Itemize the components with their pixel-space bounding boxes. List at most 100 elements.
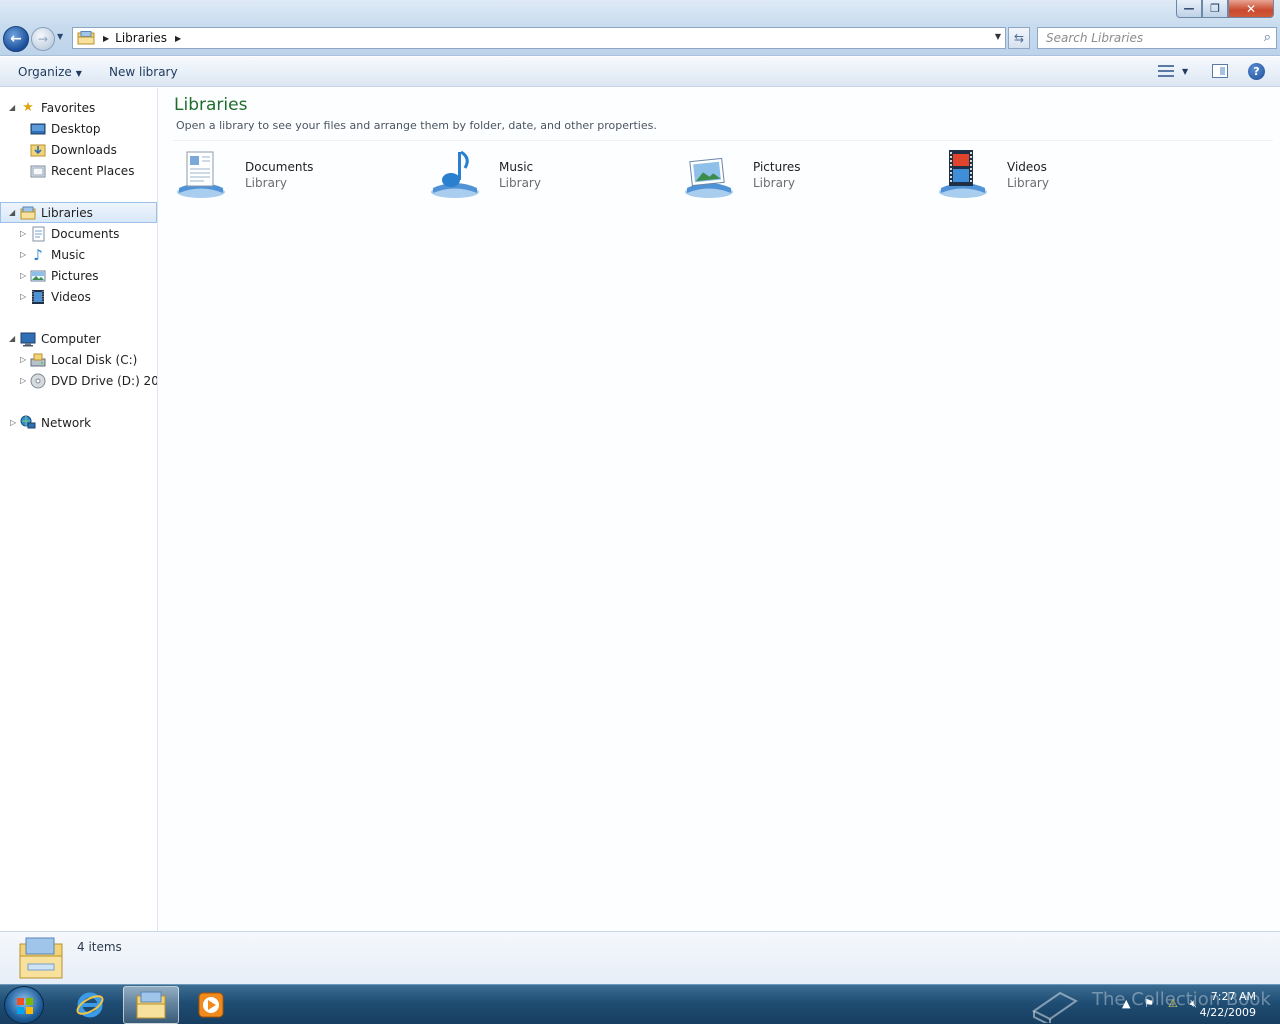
nav-item-dvd-drive[interactable]: ▷ DVD Drive (D:) 20111: [0, 370, 157, 391]
nav-item-label: Desktop: [51, 121, 101, 136]
refresh-icon: ⇆: [1013, 31, 1025, 45]
content-area: Libraries Open a library to see your fil…: [159, 88, 1280, 931]
pictures-library-icon: [685, 157, 733, 198]
expand-arrow-icon[interactable]: ▷: [20, 292, 26, 301]
nav-item-pictures[interactable]: ▷ Pictures: [0, 265, 157, 286]
library-kind: Library: [499, 176, 541, 190]
libraries-folder-icon: [19, 937, 63, 979]
expand-arrow-icon[interactable]: ▷: [20, 250, 26, 259]
breadcrumb-chevron-icon[interactable]: ▶: [175, 34, 181, 43]
nav-item-label: Downloads: [51, 142, 117, 157]
change-view-button[interactable]: ▼: [1158, 64, 1188, 78]
search-placeholder: Search Libraries: [1046, 31, 1144, 45]
expand-arrow-icon[interactable]: ▷: [20, 355, 26, 364]
libraries-folder-icon: [77, 31, 95, 45]
nav-item-label: Pictures: [51, 268, 99, 283]
header-divider: [173, 140, 1273, 141]
taskbar: The Collection Book ▲ ⚑ ⚠ 🔇︎ 7:27 AM 4/2…: [0, 984, 1280, 1024]
minimize-icon: —: [1183, 2, 1195, 15]
nav-item-label: Local Disk (C:): [51, 352, 138, 367]
expand-arrow-icon[interactable]: ▷: [20, 229, 26, 238]
taskbar-media-player[interactable]: [183, 986, 239, 1024]
library-item-pictures[interactable]: Pictures Library: [683, 148, 923, 200]
new-library-label: New library: [109, 65, 178, 79]
refresh-button[interactable]: ⇆: [1008, 27, 1030, 49]
help-button[interactable]: ?: [1248, 63, 1265, 80]
volume-muted-icon[interactable]: 🔇︎: [1190, 997, 1197, 1011]
library-kind: Library: [753, 176, 795, 190]
nav-favorites[interactable]: ◢ ★ Favorites: [0, 97, 157, 118]
nav-item-music[interactable]: ▷ ♪ Music: [0, 244, 157, 265]
close-icon: ✕: [1245, 1, 1257, 16]
nav-item-desktop[interactable]: Desktop: [0, 118, 157, 139]
forward-button[interactable]: →: [31, 27, 55, 51]
taskbar-internet-explorer[interactable]: [62, 986, 118, 1024]
navigation-pane: ◢ ★ Favorites Desktop Downloads Recent P…: [0, 88, 158, 931]
star-icon: ★: [22, 100, 34, 115]
page-subtitle: Open a library to see your files and arr…: [176, 119, 657, 132]
pictures-icon: [30, 270, 46, 281]
address-dropdown-icon[interactable]: ▼: [995, 32, 1001, 41]
videos-library-icon: [939, 150, 987, 198]
show-hidden-icons-arrow[interactable]: ▲: [1122, 997, 1130, 1010]
clock-date[interactable]: 4/22/2009: [1200, 1006, 1256, 1019]
nav-computer[interactable]: ◢ Computer: [0, 328, 157, 349]
hard-disk-icon: [30, 353, 46, 366]
expand-arrow-icon[interactable]: ▷: [20, 271, 26, 280]
nav-item-recent-places[interactable]: Recent Places: [0, 160, 157, 181]
nav-item-downloads[interactable]: Downloads: [0, 139, 157, 160]
library-kind: Library: [1007, 176, 1049, 190]
maximize-button[interactable]: ❐: [1202, 0, 1228, 18]
breadcrumb-separator-icon[interactable]: ▶: [103, 34, 109, 43]
music-library-icon: [431, 150, 479, 198]
music-note-icon: ♪: [33, 245, 43, 264]
breadcrumb-libraries[interactable]: Libraries: [115, 31, 167, 45]
nav-item-label: Music: [51, 247, 86, 262]
windows-logo-icon: [17, 998, 33, 1014]
action-center-flag-icon[interactable]: ⚑: [1144, 997, 1154, 1010]
videos-icon: [32, 289, 44, 304]
start-button[interactable]: [4, 986, 44, 1024]
nav-item-label: Recent Places: [51, 163, 135, 178]
search-icon[interactable]: ⌕: [1264, 30, 1271, 45]
search-box[interactable]: Search Libraries ⌕: [1037, 27, 1277, 49]
documents-library-icon: [177, 151, 225, 198]
address-bar[interactable]: ▶ Libraries ▶ ▼: [72, 27, 1006, 49]
nav-item-label: Documents: [51, 226, 120, 241]
expand-arrow-icon[interactable]: ▷: [20, 376, 26, 385]
nav-item-documents[interactable]: ▷ Documents: [0, 223, 157, 244]
nav-favorites-label: Favorites: [41, 100, 96, 115]
nav-libraries[interactable]: ◢ Libraries: [0, 202, 157, 223]
help-icon: ?: [1253, 65, 1260, 78]
nav-network[interactable]: ▷ Network: [0, 412, 157, 433]
library-item-music[interactable]: Music Library: [429, 148, 669, 200]
collapse-arrow-icon[interactable]: ◢: [9, 103, 15, 112]
network-warning-icon[interactable]: ⚠: [1168, 997, 1178, 1010]
close-button[interactable]: ✕: [1228, 0, 1274, 18]
title-bar: — ❐ ✕ ← → ▼ ▶ Libraries ▶ ▼ ⇆ Search Lib…: [0, 0, 1280, 56]
nav-item-videos[interactable]: ▷ Videos: [0, 286, 157, 307]
documents-icon: [32, 226, 45, 241]
back-button[interactable]: ←: [3, 26, 29, 52]
library-kind: Library: [245, 176, 287, 190]
library-item-documents[interactable]: Documents Library: [175, 148, 415, 200]
clock-time[interactable]: 7:27 AM: [1211, 990, 1256, 1003]
collapse-arrow-icon[interactable]: ◢: [9, 334, 15, 343]
view-dropdown-icon[interactable]: ▼: [1182, 67, 1188, 76]
forward-arrow-icon: →: [37, 32, 49, 46]
item-count: 4 items: [77, 940, 122, 954]
collapse-arrow-icon[interactable]: ◢: [9, 208, 15, 217]
recent-pages-dropdown[interactable]: ▼: [57, 32, 63, 41]
preview-pane-button[interactable]: [1212, 64, 1228, 78]
windows-explorer-icon: [136, 991, 166, 1019]
command-bar: Organize ▼ New library ▼: [0, 57, 1280, 87]
taskbar-windows-explorer[interactable]: [123, 986, 179, 1024]
new-library-button[interactable]: New library: [109, 65, 178, 79]
nav-item-local-disk[interactable]: ▷ Local Disk (C:): [0, 349, 157, 370]
restore-icon: ❐: [1210, 2, 1220, 15]
back-arrow-icon: ←: [10, 31, 22, 47]
minimize-button[interactable]: —: [1176, 0, 1202, 18]
expand-arrow-icon[interactable]: ▷: [10, 418, 16, 427]
organize-button[interactable]: Organize ▼: [18, 65, 82, 79]
library-item-videos[interactable]: Videos Library: [937, 148, 1177, 200]
